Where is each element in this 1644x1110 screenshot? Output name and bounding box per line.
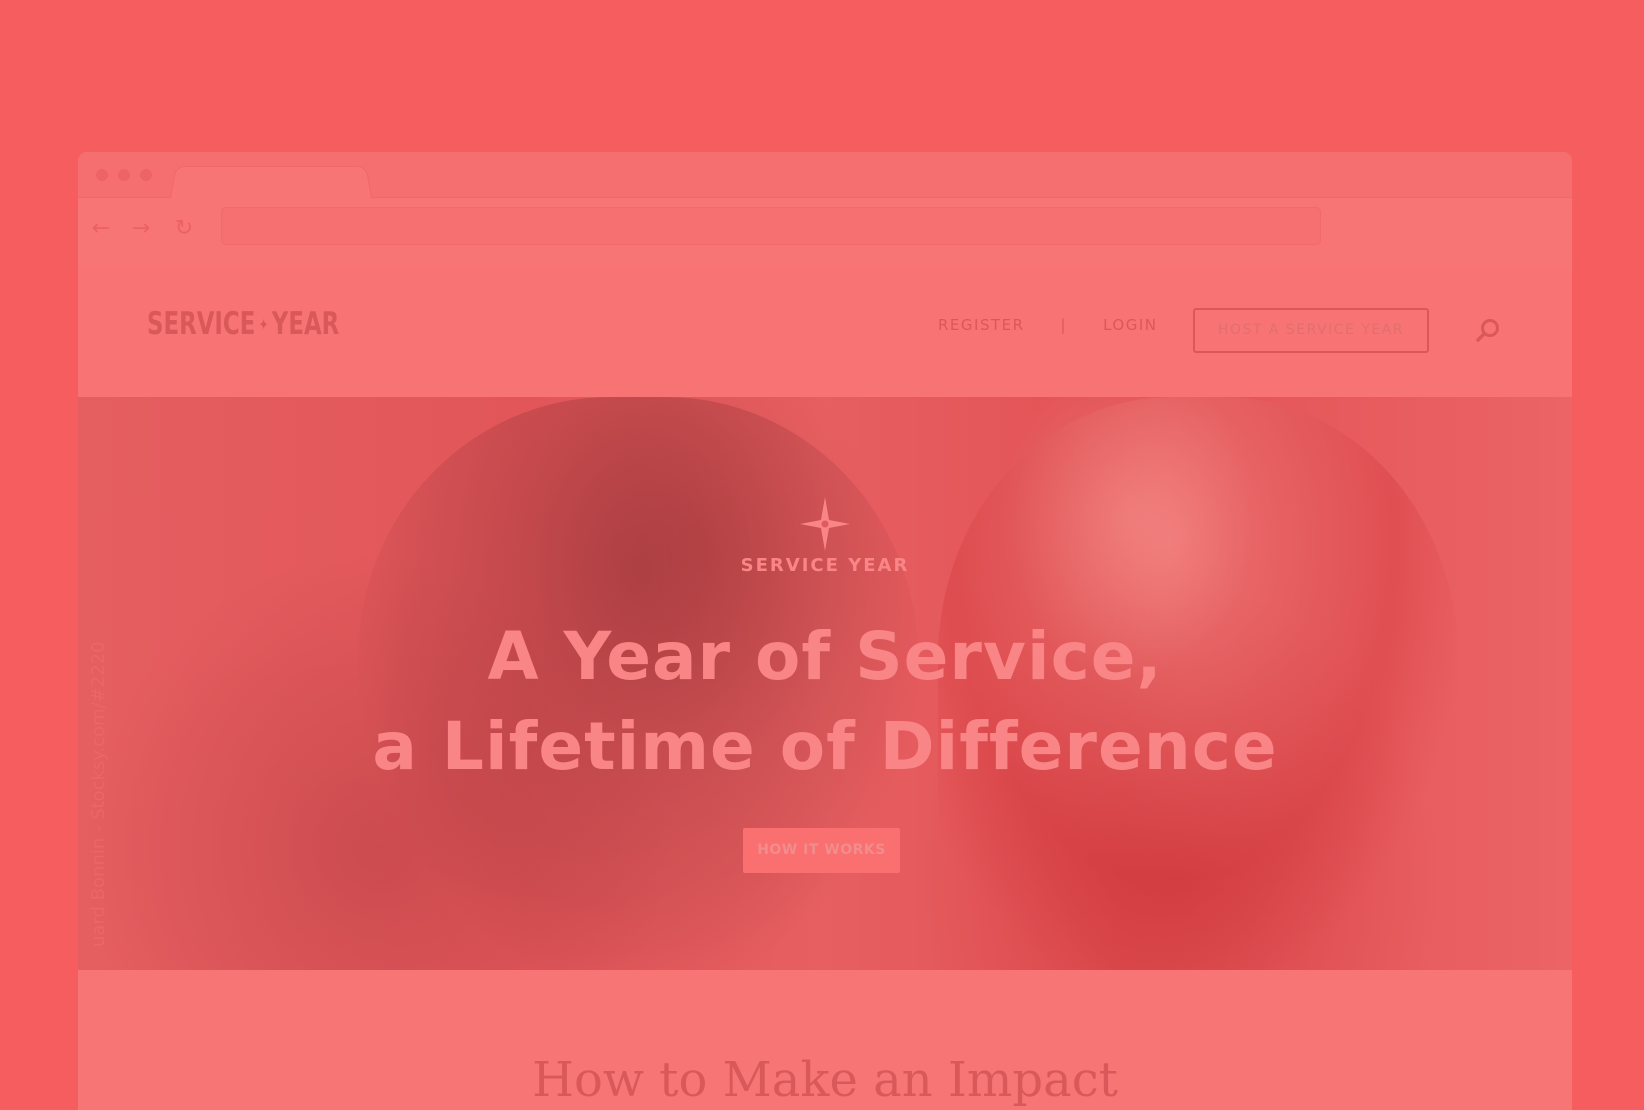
hero-title-line1: A Year of Service,: [487, 618, 1163, 695]
site-header: SERVICE ✦ YEAR REGISTER | LOGIN HOST A S…: [78, 266, 1572, 397]
site-logo[interactable]: SERVICE ✦ YEAR: [147, 306, 339, 342]
logo-text-service: SERVICE: [147, 306, 256, 342]
how-it-works-button[interactable]: HOW IT WORKS: [743, 828, 900, 873]
logo-text-year: YEAR: [271, 306, 340, 342]
hero-title-line2: a Lifetime of Difference: [372, 708, 1278, 785]
section-title: How to Make an Impact: [532, 1052, 1118, 1108]
browser-window: ← → ↻ SERVICE ✦ YEAR REGISTER | LOGIN HO…: [78, 152, 1572, 1110]
back-arrow-icon[interactable]: ←: [88, 216, 114, 242]
reload-icon[interactable]: ↻: [171, 216, 197, 242]
login-link[interactable]: LOGIN: [1103, 316, 1157, 334]
hero-brand-text: SERVICE YEAR: [740, 555, 910, 576]
hero-brand: SERVICE YEAR: [78, 497, 1572, 576]
page-background: ← → ↻ SERVICE ✦ YEAR REGISTER | LOGIN HO…: [0, 0, 1644, 1110]
register-link[interactable]: REGISTER: [938, 316, 1025, 334]
hero-title: A Year of Service, a Lifetime of Differe…: [78, 612, 1572, 792]
forward-arrow-icon[interactable]: →: [128, 216, 154, 242]
nav-separator: |: [1060, 316, 1068, 334]
address-bar[interactable]: [221, 207, 1321, 245]
browser-tab[interactable]: [170, 166, 372, 198]
search-icon[interactable]: [1473, 316, 1503, 346]
logo-star-icon: ✦: [258, 314, 269, 334]
header-nav: REGISTER | LOGIN: [938, 316, 1158, 334]
window-close-dot[interactable]: [96, 169, 108, 181]
compass-star-icon: [800, 497, 850, 551]
window-maximize-dot[interactable]: [140, 169, 152, 181]
host-service-year-button[interactable]: HOST A SERVICE YEAR: [1193, 308, 1429, 353]
window-minimize-dot[interactable]: [118, 169, 130, 181]
hero-banner: uard Bonnin - Stocksy.com/#2220 SERVICE …: [78, 397, 1572, 970]
browser-tab-bar: [78, 152, 1572, 198]
